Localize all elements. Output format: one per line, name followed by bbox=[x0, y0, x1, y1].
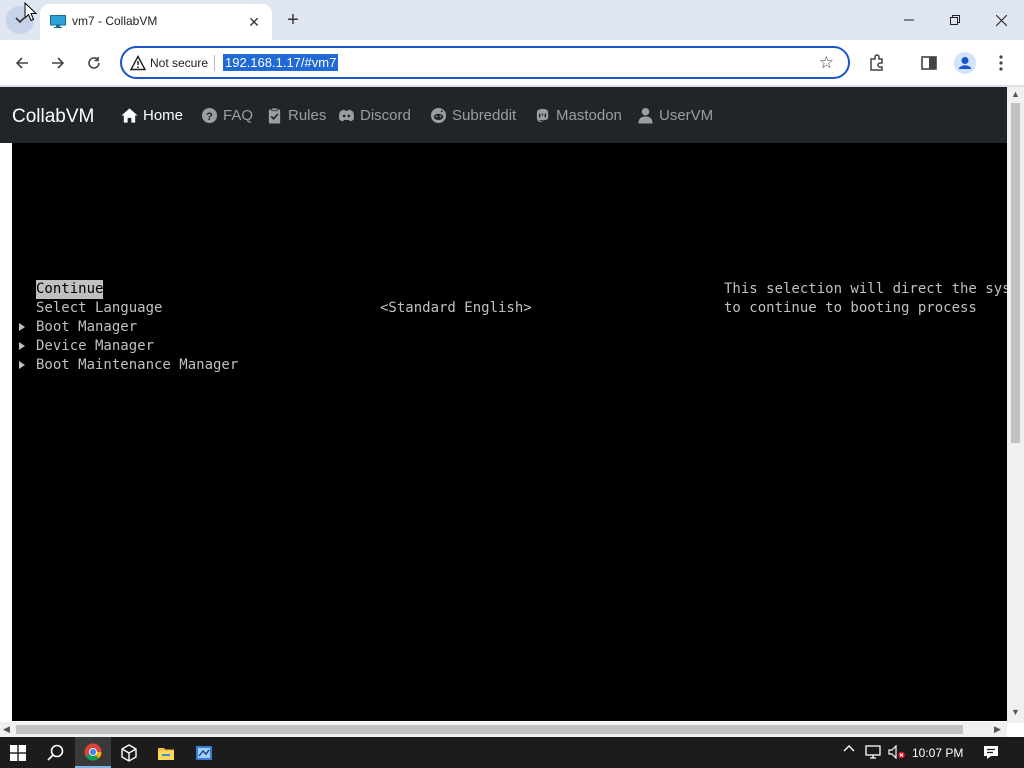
menu-item-continue[interactable]: Continue bbox=[36, 280, 104, 299]
scroll-right-icon[interactable]: ▶ bbox=[994, 724, 1001, 735]
submenu-arrow-icon bbox=[19, 323, 25, 331]
menu-item-device-manager[interactable]: Device Manager bbox=[36, 337, 154, 356]
nav-discord-label: Discord bbox=[360, 107, 411, 124]
omnibox-divider bbox=[214, 55, 215, 71]
window-close-icon[interactable] bbox=[978, 6, 1024, 34]
nav-subreddit[interactable]: Subreddit bbox=[430, 107, 516, 124]
app-icon[interactable] bbox=[186, 737, 222, 768]
nav-mastodon-label: Mastodon bbox=[556, 107, 622, 124]
svg-text:?: ? bbox=[206, 111, 213, 123]
nav-discord[interactable]: Discord bbox=[338, 107, 411, 124]
nav-home[interactable]: Home bbox=[121, 107, 183, 124]
notifications-icon[interactable] bbox=[983, 745, 999, 763]
site-brand[interactable]: CollabVM bbox=[12, 106, 94, 128]
nav-rules-label: Rules bbox=[288, 107, 327, 124]
discord-icon bbox=[339, 109, 354, 122]
file-explorer-icon[interactable] bbox=[148, 737, 184, 768]
question-circle-icon: ? bbox=[201, 107, 218, 124]
tab-close-icon[interactable]: ✕ bbox=[244, 12, 264, 32]
network-icon[interactable] bbox=[865, 745, 881, 762]
reload-icon[interactable] bbox=[81, 50, 107, 76]
taskbar: 10:07 PM bbox=[0, 737, 1024, 768]
back-icon[interactable] bbox=[9, 50, 35, 76]
bookmark-star-icon[interactable]: ☆ bbox=[819, 53, 834, 73]
page-viewport: CollabVM Home ? FAQ Rules Discord Subred… bbox=[0, 87, 1024, 737]
nav-uservm-label: UserVM bbox=[659, 107, 714, 124]
new-tab-button[interactable]: + bbox=[282, 9, 304, 31]
start-icon[interactable] bbox=[0, 737, 36, 768]
nav-home-label: Home bbox=[143, 107, 184, 124]
menu-item-boot-manager[interactable]: Boot Manager bbox=[36, 318, 137, 337]
scroll-up-icon[interactable]: ▲ bbox=[1011, 89, 1020, 99]
reddit-icon bbox=[430, 107, 447, 124]
vm-display[interactable]: Continue Select Language <Standard Engli… bbox=[12, 143, 1024, 721]
nav-mastodon[interactable]: Mastodon bbox=[534, 107, 622, 124]
browser-toolbar: Not secure 192.168.1.17/#vm7 ☆ bbox=[0, 40, 1024, 86]
browser-menu-icon[interactable] bbox=[990, 52, 1012, 74]
horizontal-scroll-thumb[interactable] bbox=[16, 725, 963, 734]
site-navbar: CollabVM Home ? FAQ Rules Discord Subred… bbox=[0, 87, 1007, 143]
user-icon bbox=[638, 107, 653, 124]
clipboard-check-icon bbox=[268, 107, 281, 124]
nav-uservm[interactable]: UserVM bbox=[637, 107, 713, 124]
nav-subreddit-label: Subreddit bbox=[452, 107, 517, 124]
scroll-left-icon[interactable]: ◀ bbox=[3, 724, 10, 735]
home-icon bbox=[121, 108, 138, 123]
tab-title: vm7 - CollabVM bbox=[72, 14, 158, 28]
nav-rules[interactable]: Rules bbox=[266, 107, 326, 124]
warning-icon[interactable] bbox=[130, 55, 146, 71]
nav-faq-label: FAQ bbox=[223, 107, 254, 124]
submenu-arrow-icon bbox=[19, 361, 25, 369]
virtualbox-icon[interactable] bbox=[111, 737, 147, 768]
taskbar-clock[interactable]: 10:07 PM bbox=[912, 746, 963, 760]
language-value[interactable]: <Standard English> bbox=[380, 299, 532, 318]
nav-faq[interactable]: ? FAQ bbox=[201, 107, 253, 124]
search-icon[interactable] bbox=[37, 737, 73, 768]
monitor-icon bbox=[50, 15, 66, 28]
chrome-icon[interactable] bbox=[75, 737, 111, 768]
address-bar[interactable]: Not secure 192.168.1.17/#vm7 ☆ bbox=[120, 46, 850, 79]
vertical-scroll-thumb[interactable] bbox=[1011, 103, 1020, 443]
tab-strip: vm7 - CollabVM ✕ + bbox=[0, 0, 1024, 40]
show-hidden-icons-icon[interactable] bbox=[843, 743, 855, 758]
menu-item-select-language[interactable]: Select Language bbox=[36, 299, 162, 318]
horizontal-scrollbar[interactable]: ◀ ▶ bbox=[0, 722, 1007, 737]
vertical-scrollbar[interactable]: ▲ ▼ bbox=[1007, 87, 1024, 723]
submenu-arrow-icon bbox=[19, 342, 25, 350]
url-text[interactable]: 192.168.1.17/#vm7 bbox=[223, 54, 339, 71]
volume-muted-icon[interactable] bbox=[888, 744, 906, 762]
profile-avatar-icon[interactable] bbox=[954, 52, 976, 74]
extensions-icon[interactable] bbox=[866, 52, 888, 74]
scroll-down-icon[interactable]: ▼ bbox=[1011, 707, 1020, 717]
minimize-icon[interactable] bbox=[886, 6, 932, 34]
help-text-line-1: This selection will direct the syste bbox=[724, 281, 1024, 297]
restore-icon[interactable] bbox=[932, 6, 978, 34]
security-label[interactable]: Not secure bbox=[150, 56, 208, 70]
mouse-cursor-icon bbox=[24, 2, 38, 22]
side-panel-icon[interactable] bbox=[918, 52, 940, 74]
mastodon-icon bbox=[536, 108, 549, 123]
forward-icon[interactable] bbox=[45, 50, 71, 76]
menu-item-boot-maintenance-manager[interactable]: Boot Maintenance Manager bbox=[36, 356, 238, 375]
browser-tab[interactable]: vm7 - CollabVM ✕ bbox=[40, 4, 272, 40]
help-text-line-2: to continue to booting process bbox=[724, 300, 977, 316]
